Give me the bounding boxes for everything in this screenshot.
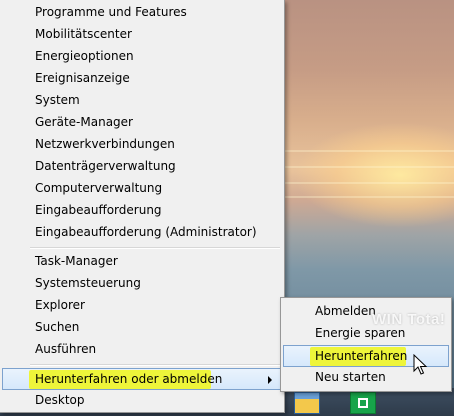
menu-item-ereignisanzeige[interactable]: Ereignisanzeige (2, 68, 281, 90)
menu-item-energieoptionen[interactable]: Energieoptionen (2, 46, 281, 68)
menu-item-label: Energieoptionen (35, 49, 134, 63)
menu-item-task-manager[interactable]: Task-Manager (2, 251, 281, 273)
water-reflection (285, 150, 454, 152)
menu-separator (30, 364, 280, 366)
menu-item-label: Geräte-Manager (35, 115, 133, 129)
menu-item-explorer[interactable]: Explorer (2, 295, 281, 317)
menu-item-suchen[interactable]: Suchen (2, 317, 281, 339)
menu-item-desktop[interactable]: Desktop (2, 390, 281, 412)
menu-separator (30, 247, 280, 249)
submenu-item-label: Herunterfahren (315, 349, 408, 363)
menu-item-label: Netzwerkverbindungen (35, 137, 175, 151)
menu-item-label: Datenträgerverwaltung (35, 159, 176, 173)
menu-item-computerverwaltung[interactable]: Computerverwaltung (2, 178, 281, 200)
water-reflection (285, 166, 454, 168)
menu-item-label: Suchen (35, 320, 80, 334)
mouse-cursor-icon (413, 354, 428, 375)
menu-item-label: Ereignisanzeige (35, 71, 130, 85)
menu-item-label: Computerverwaltung (35, 181, 163, 195)
watermark-logo: WIN Tota! (372, 311, 446, 328)
menu-item-label: Mobilitätscenter (35, 27, 132, 41)
menu-item-eingabeaufforderung[interactable]: Eingabeaufforderung (2, 200, 281, 222)
menu-item-systemsteuerung[interactable]: Systemsteuerung (2, 273, 281, 295)
menu-item-ausfuehren[interactable]: Ausführen (2, 339, 281, 361)
menu-item-datentraegerverwaltung[interactable]: Datenträgerverwaltung (2, 156, 281, 178)
menu-item-label: Eingabeaufforderung (Administrator) (35, 225, 257, 239)
menu-item-label: Explorer (35, 298, 85, 312)
chevron-right-icon (268, 376, 272, 384)
menu-item-eingabeaufforderung-admin[interactable]: Eingabeaufforderung (Administrator) (2, 222, 281, 244)
water-reflection (285, 196, 454, 198)
menu-item-mobilitaetscenter[interactable]: Mobilitätscenter (2, 24, 281, 46)
quick-access-menu: Programme und Features Mobilitätscenter … (0, 0, 285, 413)
submenu-item-label: Abmelden (315, 304, 376, 318)
folder-icon[interactable] (294, 392, 320, 414)
menu-item-label: Herunterfahren oder abmelden (35, 372, 223, 386)
menu-item-herunterfahren-oder-abmelden[interactable]: Herunterfahren oder abmelden (2, 368, 281, 390)
menu-item-label: Programme und Features (35, 5, 187, 19)
water-reflection (285, 182, 454, 184)
submenu-item-label: Energie sparen (315, 326, 406, 340)
menu-item-label: Ausführen (35, 342, 97, 356)
submenu-item-label: Neu starten (315, 370, 386, 384)
menu-item-system[interactable]: System (2, 90, 281, 112)
menu-item-label: Eingabeaufforderung (35, 203, 162, 217)
menu-item-label: System (35, 93, 80, 107)
menu-item-label: Systemsteuerung (35, 276, 141, 290)
menu-item-programme-und-features[interactable]: Programme und Features (2, 2, 281, 24)
menu-item-label: Desktop (35, 393, 85, 407)
menu-item-geraete-manager[interactable]: Geräte-Manager (2, 112, 281, 134)
store-icon[interactable] (350, 392, 376, 414)
menu-item-netzwerkverbindungen[interactable]: Netzwerkverbindungen (2, 134, 281, 156)
menu-item-label: Task-Manager (35, 254, 118, 268)
